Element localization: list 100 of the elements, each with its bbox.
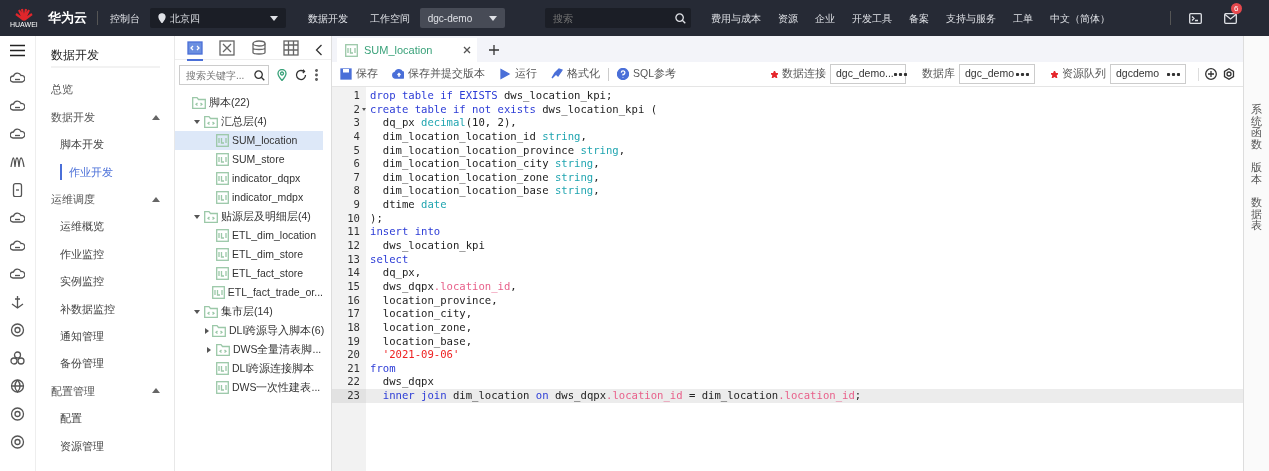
- file-item[interactable]: ETL_fact_trade_or...: [175, 283, 323, 302]
- expanded-caret-icon[interactable]: [194, 119, 200, 124]
- nav-link[interactable]: 作业开发: [60, 163, 113, 181]
- menu-icon[interactable]: [10, 44, 25, 57]
- nav-group[interactable]: 运维调度: [51, 185, 174, 213]
- search-icon[interactable]: [254, 69, 265, 81]
- settings-icon[interactable]: [1223, 68, 1235, 80]
- expanded-caret-icon[interactable]: [194, 214, 200, 219]
- nav-group[interactable]: 配置管理: [51, 377, 174, 405]
- cluster-icon[interactable]: [10, 351, 25, 365]
- cloud-icon[interactable]: [10, 267, 25, 281]
- code-line: select: [369, 252, 409, 267]
- chevron-left-icon[interactable]: [315, 43, 323, 56]
- file-item[interactable]: DLI跨源连接脚本: [175, 359, 323, 378]
- nav-group[interactable]: 数据开发: [51, 103, 174, 131]
- code-line: dws_location_kpi: [381, 239, 485, 253]
- mail-icon[interactable]: [1223, 13, 1237, 25]
- more-icon: [1167, 72, 1180, 76]
- region-select[interactable]: 北京四: [149, 8, 286, 28]
- search-field[interactable]: 搜索关键字...: [179, 65, 269, 85]
- console-link[interactable]: 控制台: [109, 10, 140, 26]
- nav-link[interactable]: 通知管理: [60, 327, 104, 345]
- side-tab[interactable]: 数据表: [1251, 197, 1262, 232]
- cloud-icon[interactable]: [10, 211, 25, 225]
- folder-item[interactable]: 汇总层(4): [175, 112, 323, 131]
- folder-item[interactable]: 贴源层及明细层(4): [175, 207, 323, 226]
- globe-icon[interactable]: [10, 379, 25, 393]
- folder-item[interactable]: DWS全量清表脚...: [175, 340, 323, 359]
- menu-link[interactable]: 中文（简体）: [1049, 10, 1110, 26]
- menu-link[interactable]: 费用与成本: [710, 10, 761, 26]
- folder-item[interactable]: 脚本(22): [175, 93, 323, 112]
- nav-link[interactable]: 实例监控: [60, 273, 104, 290]
- more-icon[interactable]: [315, 69, 318, 81]
- toolbar-button[interactable]: 保存: [340, 66, 378, 82]
- folder-item[interactable]: 集市层(14): [175, 302, 323, 321]
- caret-icon[interactable]: [152, 196, 160, 202]
- nav-link[interactable]: 作业监控: [60, 245, 104, 263]
- nav-link[interactable]: 运维概览: [60, 218, 104, 235]
- expanded-caret-icon[interactable]: [194, 309, 200, 314]
- cloud-icon[interactable]: [10, 239, 25, 253]
- menu-link[interactable]: 支持与服务: [945, 10, 996, 26]
- toolbar-button[interactable]: SQL参考: [617, 66, 676, 82]
- select-field[interactable]: dgc_demo...: [830, 64, 906, 84]
- select-field[interactable]: dgcdemo: [1110, 64, 1186, 84]
- service-link[interactable]: 数据开发: [307, 10, 348, 26]
- wave-icon[interactable]: [10, 155, 25, 169]
- cloud-icon[interactable]: [10, 71, 25, 85]
- menu-link[interactable]: 工单: [1012, 10, 1033, 26]
- nav-link[interactable]: 总览: [51, 76, 174, 104]
- side-tab[interactable]: 系统函数: [1251, 104, 1262, 151]
- code-line: dws_dqpx.location_id,: [381, 279, 517, 294]
- folder-item[interactable]: DLI跨源导入脚本(6): [175, 321, 323, 340]
- menu-link[interactable]: 资源: [777, 10, 798, 26]
- collapsed-caret-icon[interactable]: [205, 327, 209, 334]
- side-tab[interactable]: 版本: [1251, 162, 1262, 186]
- line-number: 18: [346, 320, 361, 335]
- menu-link[interactable]: 备案: [908, 10, 929, 26]
- toolbar-button[interactable]: 格式化: [551, 66, 600, 82]
- nav-link[interactable]: 配置: [60, 410, 82, 427]
- file-item[interactable]: SUM_store: [175, 150, 323, 169]
- menu-link[interactable]: 企业: [814, 10, 835, 26]
- collapsed-caret-icon[interactable]: [207, 346, 211, 353]
- line-number: 2: [332, 102, 366, 117]
- tab[interactable]: [187, 38, 203, 61]
- file-item[interactable]: DWS一次性建表...: [175, 378, 323, 397]
- file-item[interactable]: ETL_dim_store: [175, 245, 323, 264]
- workspace-select[interactable]: dgc-demo: [419, 8, 505, 28]
- cloud-icon[interactable]: [10, 99, 25, 113]
- cloud-icon[interactable]: [10, 127, 25, 141]
- file-item[interactable]: ETL_fact_store: [175, 264, 323, 283]
- terminal-icon[interactable]: [1188, 12, 1202, 24]
- line-number: 4: [352, 129, 361, 144]
- search-field[interactable]: 搜索: [544, 8, 691, 28]
- nav-link[interactable]: 资源管理: [60, 437, 104, 454]
- file-item[interactable]: ETL_dim_location: [175, 226, 323, 245]
- select-field[interactable]: dgc_demo: [959, 64, 1035, 84]
- location-pin-icon[interactable]: [277, 69, 287, 81]
- nav-link[interactable]: 补数据监控: [60, 300, 115, 318]
- circle-icon[interactable]: [10, 407, 25, 421]
- file-item[interactable]: indicator_dqpx: [175, 169, 323, 188]
- nav-link[interactable]: 备份管理: [60, 355, 104, 372]
- file-item[interactable]: indicator_mdpx: [175, 188, 323, 207]
- menu-link[interactable]: 开发工具: [851, 10, 892, 26]
- caret-icon[interactable]: [152, 388, 160, 394]
- refresh-icon[interactable]: [295, 69, 307, 81]
- toolbar-button[interactable]: 保存并提交版本: [392, 66, 485, 82]
- anchor-icon[interactable]: [10, 295, 25, 309]
- circle-icon[interactable]: [10, 323, 25, 337]
- fold-icon[interactable]: [362, 107, 366, 111]
- toolbar-button[interactable]: 运行: [499, 66, 537, 82]
- close-icon[interactable]: [463, 46, 471, 54]
- add-circle-icon[interactable]: [1205, 68, 1217, 80]
- nav-link[interactable]: 脚本开发: [60, 136, 104, 153]
- device-icon[interactable]: [10, 183, 25, 197]
- caret-icon[interactable]: [152, 114, 160, 120]
- file-item[interactable]: SUM_location: [175, 131, 323, 150]
- search-icon[interactable]: [674, 12, 686, 24]
- circle-icon[interactable]: [10, 435, 25, 449]
- folder-icon: [192, 96, 206, 109]
- plus-icon[interactable]: [489, 45, 499, 55]
